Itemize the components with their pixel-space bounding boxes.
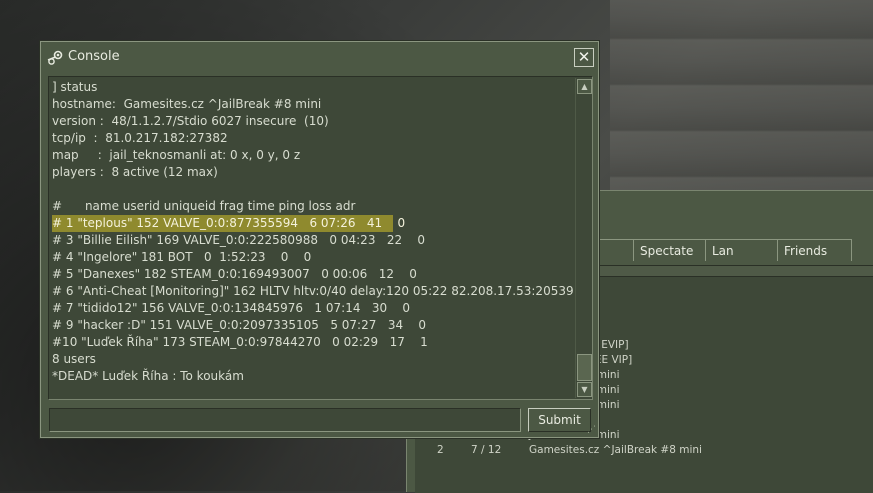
scrollbar[interactable]: ▲ ▼ [575, 78, 592, 398]
close-button[interactable]: ✕ [574, 48, 594, 67]
submit-button[interactable]: Submit [528, 408, 591, 432]
console-line: # name userid uniqueid frag time ping lo… [52, 199, 356, 213]
command-input[interactable] [49, 408, 521, 432]
console-line: # 4 "Ingelore" 181 BOT 0 1:52:23 0 0 [52, 250, 312, 264]
tab-spectate[interactable]: Spectate [633, 239, 706, 261]
steam-icon [47, 50, 63, 66]
console-line: *DEAD* Luďek Říha : To koukám [52, 369, 244, 383]
console-line: # 5 "Danexes" 182 STEAM_0:0:169493007 0 … [52, 267, 417, 281]
console-line: ] status [52, 80, 98, 94]
tab-lan[interactable]: Lan [705, 239, 778, 261]
tab-friends[interactable]: Friends [777, 239, 852, 261]
console-line: players : 8 active (12 max) [52, 165, 218, 179]
console-line: version : 48/1.1.2.7/Stdio 6027 insecure… [52, 114, 329, 128]
console-lines: ] status hostname: Gamesites.cz ^JailBrea… [52, 79, 574, 385]
scroll-up-button[interactable]: ▲ [577, 79, 592, 94]
console-line: map : jail_teknosmanli at: 0 x, 0 y, 0 z [52, 148, 301, 162]
server-row[interactable]: 2 7 / 12 Gamesites.cz ^JailBreak #8 mini [415, 443, 873, 458]
console-line: tcp/ip : 81.0.217.182:27382 [52, 131, 228, 145]
console-title: Console [68, 49, 120, 64]
server-players: 7 / 12 [471, 444, 502, 456]
server-name: Gamesites.cz ^JailBreak #8 mini [529, 444, 702, 456]
console-line: 8 users [52, 352, 96, 366]
console-line: #10 "Luďek Říha" 173 STEAM_0:0:97844270 … [52, 335, 428, 349]
console-window: Console ✕ ] status hostname: Gamesites.cz… [40, 41, 599, 438]
server-ping: 2 [437, 444, 444, 456]
console-line-selected: # 1 "teplous" 152 VALVE_0:0:877355594 6 … [52, 215, 406, 232]
close-icon: ✕ [577, 48, 591, 66]
console-line: # 6 "Anti-Cheat [Monitoring]" 162 HLTV h… [52, 284, 574, 298]
console-line: # 3 "Billie Eilish" 169 VALVE_0:0:222580… [52, 233, 426, 247]
console-line: # 9 "hacker :D" 151 VALVE_0:0:2097335105… [52, 318, 426, 332]
console-titlebar[interactable]: Console ✕ [41, 42, 598, 72]
scroll-thumb[interactable] [577, 354, 592, 381]
scroll-down-button[interactable]: ▼ [577, 382, 592, 397]
console-line: hostname: Gamesites.cz ^JailBreak #8 min… [52, 97, 322, 111]
console-output[interactable]: ] status hostname: Gamesites.cz ^JailBrea… [48, 76, 593, 400]
resize-grip-icon[interactable]: ⋰ [587, 425, 597, 435]
console-line: # 7 "tidido12" 156 VALVE_0:0:134845976 1… [52, 301, 411, 315]
